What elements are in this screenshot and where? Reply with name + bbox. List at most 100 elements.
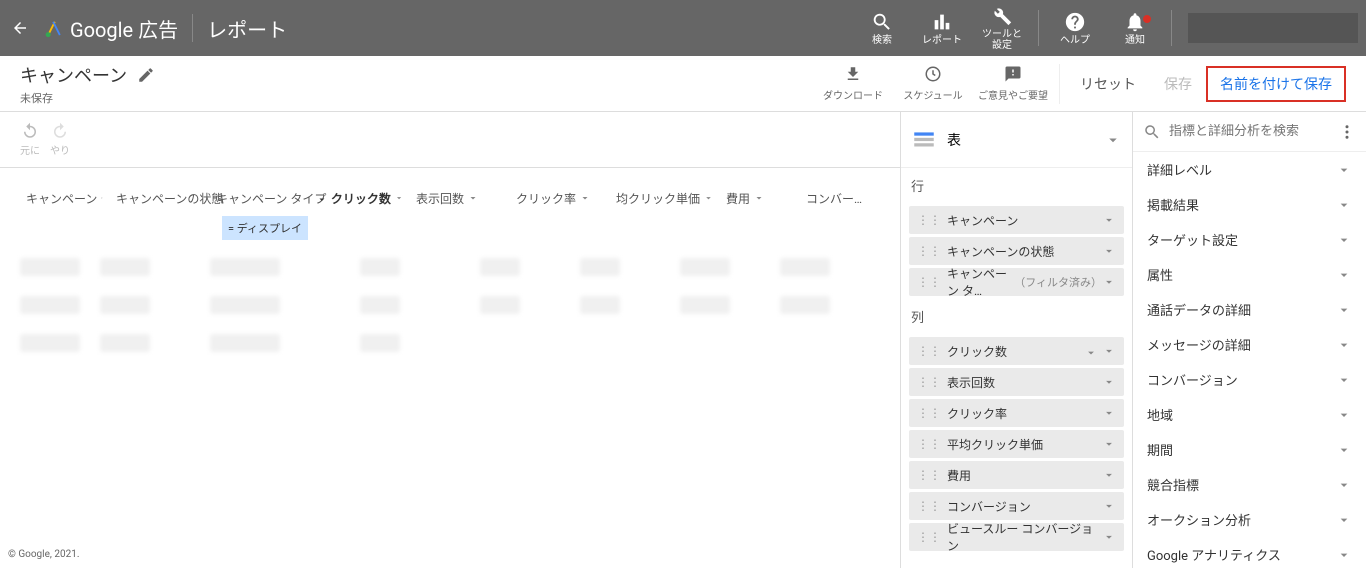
column-filter-chip[interactable]: = ディスプレイ: [222, 216, 308, 240]
category-item[interactable]: コンバージョン: [1133, 362, 1366, 397]
column-header[interactable]: クリック率: [510, 190, 610, 207]
redo-icon: [51, 122, 69, 140]
column-chip[interactable]: ⋮⋮クリック率: [909, 399, 1124, 427]
chevron-down-icon: [1336, 477, 1352, 493]
search-icon: [1143, 123, 1161, 141]
category-item[interactable]: 地域: [1133, 397, 1366, 432]
save-button[interactable]: 保存: [1150, 74, 1206, 94]
chevron-down-icon: [1336, 372, 1352, 388]
table-icon: [911, 127, 937, 153]
chevron-down-icon: [1336, 407, 1352, 423]
column-chip[interactable]: ⋮⋮表示回数: [909, 368, 1124, 396]
chevron-down-icon: [1336, 302, 1352, 318]
help-button[interactable]: ヘルプ: [1045, 11, 1105, 46]
report-table: キャンペーンキャンペーンの状態キャンペーン タイプクリック数表示回数クリック率均…: [8, 168, 900, 548]
reset-button[interactable]: リセット: [1066, 74, 1150, 94]
schedule-button[interactable]: スケジュール: [893, 65, 973, 102]
column-chip[interactable]: ⋮⋮費用: [909, 461, 1124, 489]
dropdown-icon: [753, 192, 765, 204]
chevron-down-icon: [1336, 442, 1352, 458]
chevron-down-icon: [1336, 337, 1352, 353]
undo-button[interactable]: 元に: [20, 122, 40, 157]
download-icon: [844, 65, 862, 83]
category-item[interactable]: オークション分析: [1133, 502, 1366, 537]
category-item[interactable]: Google アナリティクス: [1133, 537, 1366, 568]
column-header[interactable]: クリック数: [310, 190, 410, 207]
sub-header: キャンペーン 未保存 ダウンロード スケジュール ご意見やご要望 リセット 保存…: [0, 56, 1366, 112]
column-header[interactable]: コンバー…: [800, 190, 870, 207]
column-header[interactable]: キャンペーン タイプ: [210, 190, 310, 207]
column-chip[interactable]: ⋮⋮コンバージョン: [909, 492, 1124, 520]
attributes-panel: 詳細レベル掲載結果ターゲット設定属性通話データの詳細メッセージの詳細コンバージョ…: [1132, 112, 1366, 568]
dropdown-icon: [1104, 131, 1122, 149]
drag-grip-icon: ⋮⋮: [917, 406, 941, 420]
chevron-down-icon: [1336, 232, 1352, 248]
column-header[interactable]: キャンペーンの状態: [110, 190, 210, 207]
tools-button[interactable]: ツールと 設定: [972, 5, 1032, 51]
drag-grip-icon: ⋮⋮: [917, 244, 941, 258]
category-item[interactable]: 属性: [1133, 257, 1366, 292]
download-button[interactable]: ダウンロード: [813, 65, 893, 102]
drag-grip-icon: ⋮⋮: [917, 499, 941, 513]
back-arrow-button[interactable]: [8, 16, 32, 40]
column-chip[interactable]: ⋮⋮平均クリック単価: [909, 430, 1124, 458]
row-chip[interactable]: ⋮⋮キャンペーン: [909, 206, 1124, 234]
drag-grip-icon: ⋮⋮: [917, 375, 941, 389]
category-item[interactable]: 競合指標: [1133, 467, 1366, 502]
column-header[interactable]: 費用: [720, 190, 800, 207]
chevron-down-icon: [1336, 162, 1352, 178]
account-block[interactable]: [1188, 13, 1358, 43]
sort-down-icon: [316, 191, 328, 205]
dropdown-icon: [1102, 213, 1116, 227]
dropdown-icon: [1102, 244, 1116, 258]
search-icon: [871, 11, 893, 33]
dropdown-icon: [1102, 344, 1116, 358]
dropdown-icon: [1102, 437, 1116, 451]
sort-down-icon: [1084, 344, 1098, 358]
reports-nav-button[interactable]: レポート: [912, 11, 972, 46]
visualization-selector[interactable]: 表: [901, 112, 1132, 168]
redo-button[interactable]: やり: [50, 122, 70, 157]
category-item[interactable]: 詳細レベル: [1133, 152, 1366, 187]
dropdown-icon: [1102, 468, 1116, 482]
dropdown-icon: [703, 192, 714, 204]
row-chip[interactable]: ⋮⋮キャンペーン タ…（フィルタ済み）: [909, 268, 1124, 296]
drag-grip-icon: ⋮⋮: [917, 344, 941, 358]
more-vert-icon[interactable]: [1338, 123, 1356, 141]
clock-icon: [924, 65, 942, 83]
edit-icon[interactable]: [137, 66, 155, 84]
drag-grip-icon: ⋮⋮: [917, 530, 941, 544]
category-item[interactable]: 通話データの詳細: [1133, 292, 1366, 327]
notifications-button[interactable]: 通知: [1105, 11, 1165, 46]
app-header: Google 広告 レポート 検索 レポート ツールと 設定 ヘルプ 通知: [0, 0, 1366, 56]
column-chip[interactable]: ⋮⋮クリック数: [909, 337, 1124, 365]
category-item[interactable]: メッセージの詳細: [1133, 327, 1366, 362]
dropdown-icon: [1102, 375, 1116, 389]
drag-grip-icon: ⋮⋮: [917, 275, 941, 289]
category-item[interactable]: ターゲット設定: [1133, 222, 1366, 257]
rows-section-label: 行: [901, 168, 1132, 203]
category-item[interactable]: 掲載結果: [1133, 187, 1366, 222]
dropdown-icon: [1102, 530, 1116, 544]
drag-grip-icon: ⋮⋮: [917, 213, 941, 227]
chevron-down-icon: [1336, 267, 1352, 283]
brand-text: Google 広告: [70, 14, 178, 43]
dropdown-icon: [1102, 275, 1116, 289]
column-header[interactable]: 表示回数: [410, 190, 510, 207]
google-ads-icon: [44, 18, 64, 38]
metrics-search-input[interactable]: [1169, 124, 1338, 139]
notification-badge: [1141, 13, 1153, 25]
save-as-button[interactable]: 名前を付けて保存: [1206, 66, 1346, 102]
column-header[interactable]: 均クリック単価: [610, 190, 720, 207]
category-item[interactable]: 期間: [1133, 432, 1366, 467]
feedback-icon: [1004, 65, 1022, 83]
column-header[interactable]: キャンペーン: [20, 190, 110, 207]
search-button[interactable]: 検索: [852, 11, 912, 46]
feedback-button[interactable]: ご意見やご要望: [973, 65, 1053, 102]
row-chip[interactable]: ⋮⋮キャンペーンの状態: [909, 237, 1124, 265]
chevron-down-icon: [1336, 547, 1352, 563]
cols-section-label: 列: [901, 299, 1132, 334]
logo: Google 広告: [44, 14, 178, 43]
column-chip[interactable]: ⋮⋮ビュースルー コンバージョン: [909, 523, 1124, 551]
drag-grip-icon: ⋮⋮: [917, 468, 941, 482]
